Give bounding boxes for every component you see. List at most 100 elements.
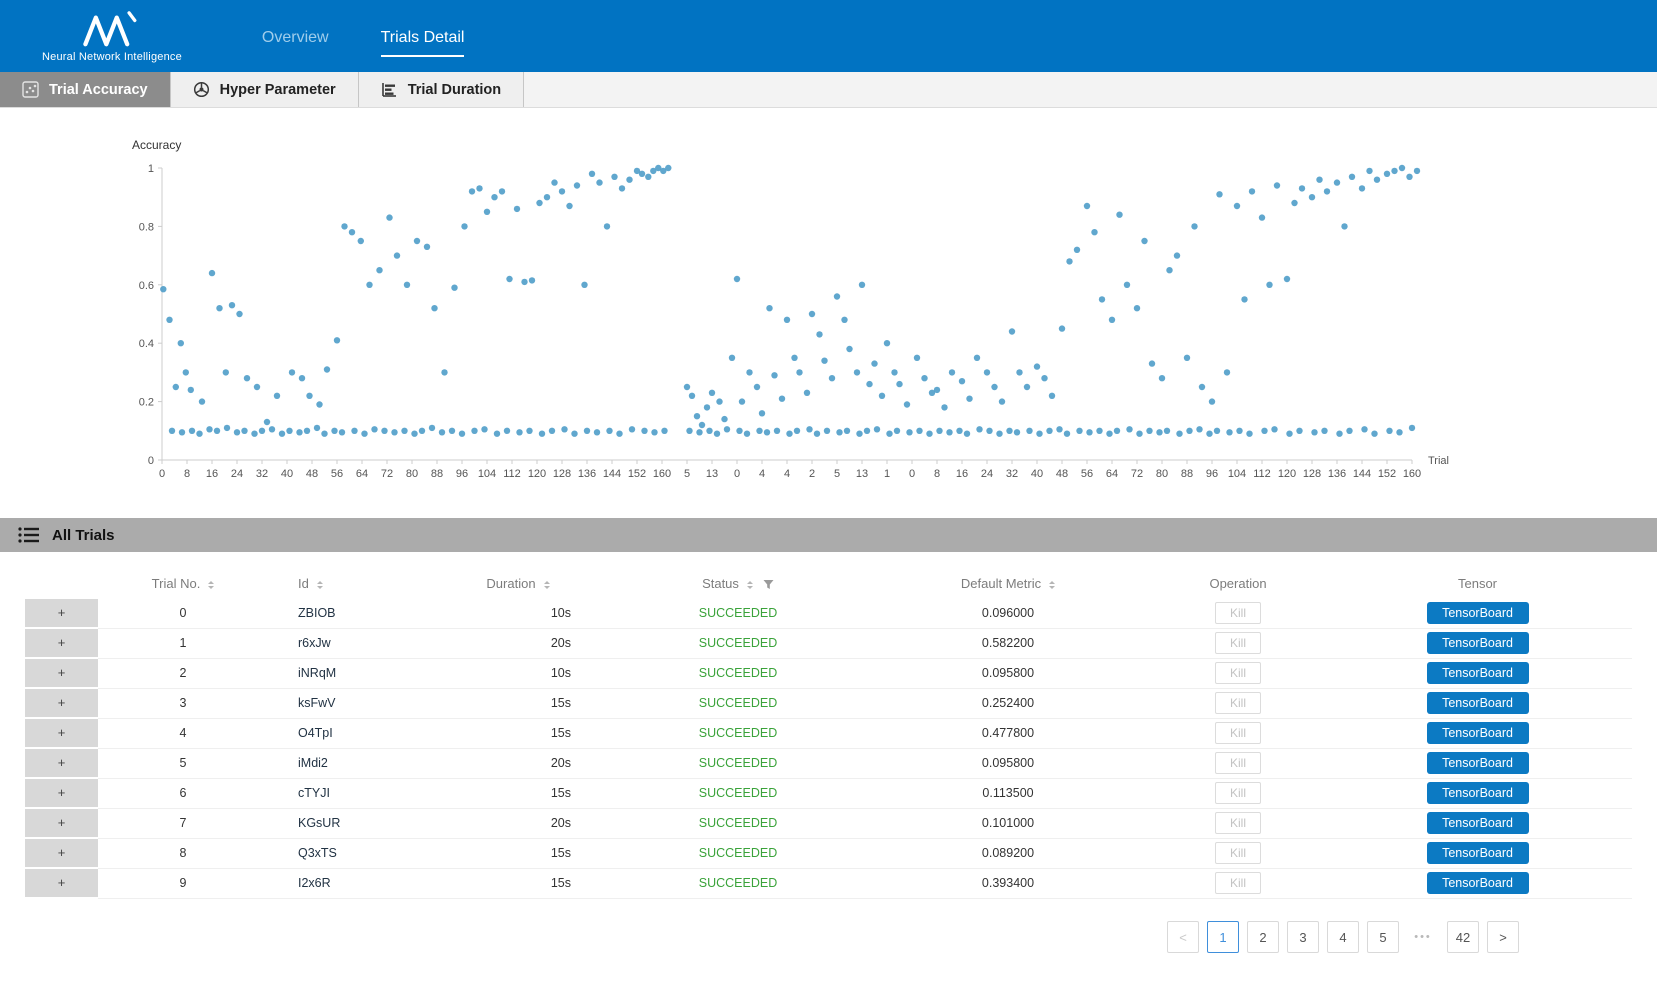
scatter-point[interactable] [874,426,880,432]
scatter-point[interactable] [244,375,250,381]
scatter-point[interactable] [996,431,1002,437]
scatter-point[interactable] [1371,431,1377,437]
scatter-point[interactable] [306,393,312,399]
tab-trial-duration[interactable]: Trial Duration [359,72,524,107]
kill-button[interactable]: Kill [1215,812,1261,834]
kill-button[interactable]: Kill [1215,632,1261,654]
scatter-point[interactable] [169,428,175,434]
scatter-point[interactable] [784,317,790,323]
scatter-point[interactable] [1261,428,1267,434]
scatter-point[interactable] [1414,168,1420,174]
scatter-point[interactable] [236,311,242,317]
scatter-point[interactable] [251,431,257,437]
scatter-point[interactable] [584,428,590,434]
scatter-point[interactable] [1109,317,1115,323]
expand-row-button[interactable]: + [25,839,98,867]
column-header-status[interactable]: Status [613,568,863,599]
expand-row-button[interactable]: + [25,809,98,837]
scatter-point[interactable] [1086,429,1092,435]
scatter-point[interactable] [864,428,870,434]
scatter-point[interactable] [173,384,179,390]
scatter-point[interactable] [1386,428,1392,434]
tensorboard-button[interactable]: TensorBoard [1427,752,1529,774]
scatter-point[interactable] [1156,429,1162,435]
scatter-point[interactable] [1196,426,1202,432]
scatter-point[interactable] [844,428,850,434]
scatter-point[interactable] [1036,431,1042,437]
scatter-point[interactable] [299,375,305,381]
scatter-point[interactable] [1026,428,1032,434]
scatter-point[interactable] [504,428,510,434]
scatter-point[interactable] [1049,393,1055,399]
scatter-point[interactable] [404,282,410,288]
scatter-point[interactable] [494,431,500,437]
scatter-point[interactable] [1249,188,1255,194]
scatter-point[interactable] [274,393,280,399]
scatter-point[interactable] [1146,428,1152,434]
scatter-point[interactable] [234,429,240,435]
scatter-point[interactable] [859,282,865,288]
scatter-point[interactable] [754,384,760,390]
scatter-point[interactable] [316,401,322,407]
page-button-4[interactable]: 4 [1327,921,1359,953]
scatter-point[interactable] [736,428,742,434]
scatter-point[interactable] [254,384,260,390]
kill-button[interactable]: Kill [1215,842,1261,864]
scatter-point[interactable] [916,428,922,434]
scatter-point[interactable] [976,426,982,432]
scatter-point[interactable] [604,223,610,229]
scatter-point[interactable] [629,426,635,432]
kill-button[interactable]: Kill [1215,602,1261,624]
scatter-point[interactable] [866,381,872,387]
scatter-point[interactable] [661,428,667,434]
page-button-42[interactable]: 42 [1447,921,1479,953]
scatter-point[interactable] [814,431,820,437]
scatter-point[interactable] [1084,203,1090,209]
scatter-point[interactable] [1016,369,1022,375]
scatter-point[interactable] [419,428,425,434]
scatter-point[interactable] [189,428,195,434]
scatter-point[interactable] [1106,431,1112,437]
scatter-point[interactable] [459,431,465,437]
scatter-point[interactable] [991,384,997,390]
scatter-point[interactable] [824,428,830,434]
tensorboard-button[interactable]: TensorBoard [1427,812,1529,834]
scatter-point[interactable] [1299,185,1305,191]
expand-row-button[interactable]: + [25,749,98,777]
scatter-point[interactable] [774,428,780,434]
scatter-point[interactable] [914,355,920,361]
scatter-point[interactable] [516,429,522,435]
scatter-point[interactable] [986,428,992,434]
scatter-point[interactable] [1259,214,1265,220]
scatter-point[interactable] [424,244,430,250]
scatter-point[interactable] [431,305,437,311]
scatter-point[interactable] [376,267,382,273]
scatter-point[interactable] [1014,429,1020,435]
scatter-point[interactable] [411,431,417,437]
scatter-point[interactable] [1114,428,1120,434]
scatter-point[interactable] [259,428,265,434]
scatter-point[interactable] [499,188,505,194]
page-button-1[interactable]: 1 [1207,921,1239,953]
scatter-point[interactable] [1174,252,1180,258]
scatter-point[interactable] [160,286,166,292]
scatter-point[interactable] [1091,229,1097,235]
scatter-point[interactable] [559,188,565,194]
nav-tab-trials-detail[interactable]: Trials Detail [381,29,465,57]
scatter-point[interactable] [179,429,185,435]
scatter-point[interactable] [1006,428,1012,434]
scatter-point[interactable] [324,366,330,372]
scatter-point[interactable] [206,426,212,432]
scatter-point[interactable] [1214,428,1220,434]
scatter-point[interactable] [1234,203,1240,209]
scatter-point[interactable] [461,223,467,229]
scatter-point[interactable] [1396,429,1402,435]
scatter-point[interactable] [1341,223,1347,229]
sort-icon[interactable] [1049,581,1055,589]
scatter-point[interactable] [331,428,337,434]
scatter-point[interactable] [1216,191,1222,197]
scatter-point[interactable] [739,398,745,404]
scatter-point[interactable] [1191,223,1197,229]
tensorboard-button[interactable]: TensorBoard [1427,782,1529,804]
scatter-point[interactable] [1209,398,1215,404]
